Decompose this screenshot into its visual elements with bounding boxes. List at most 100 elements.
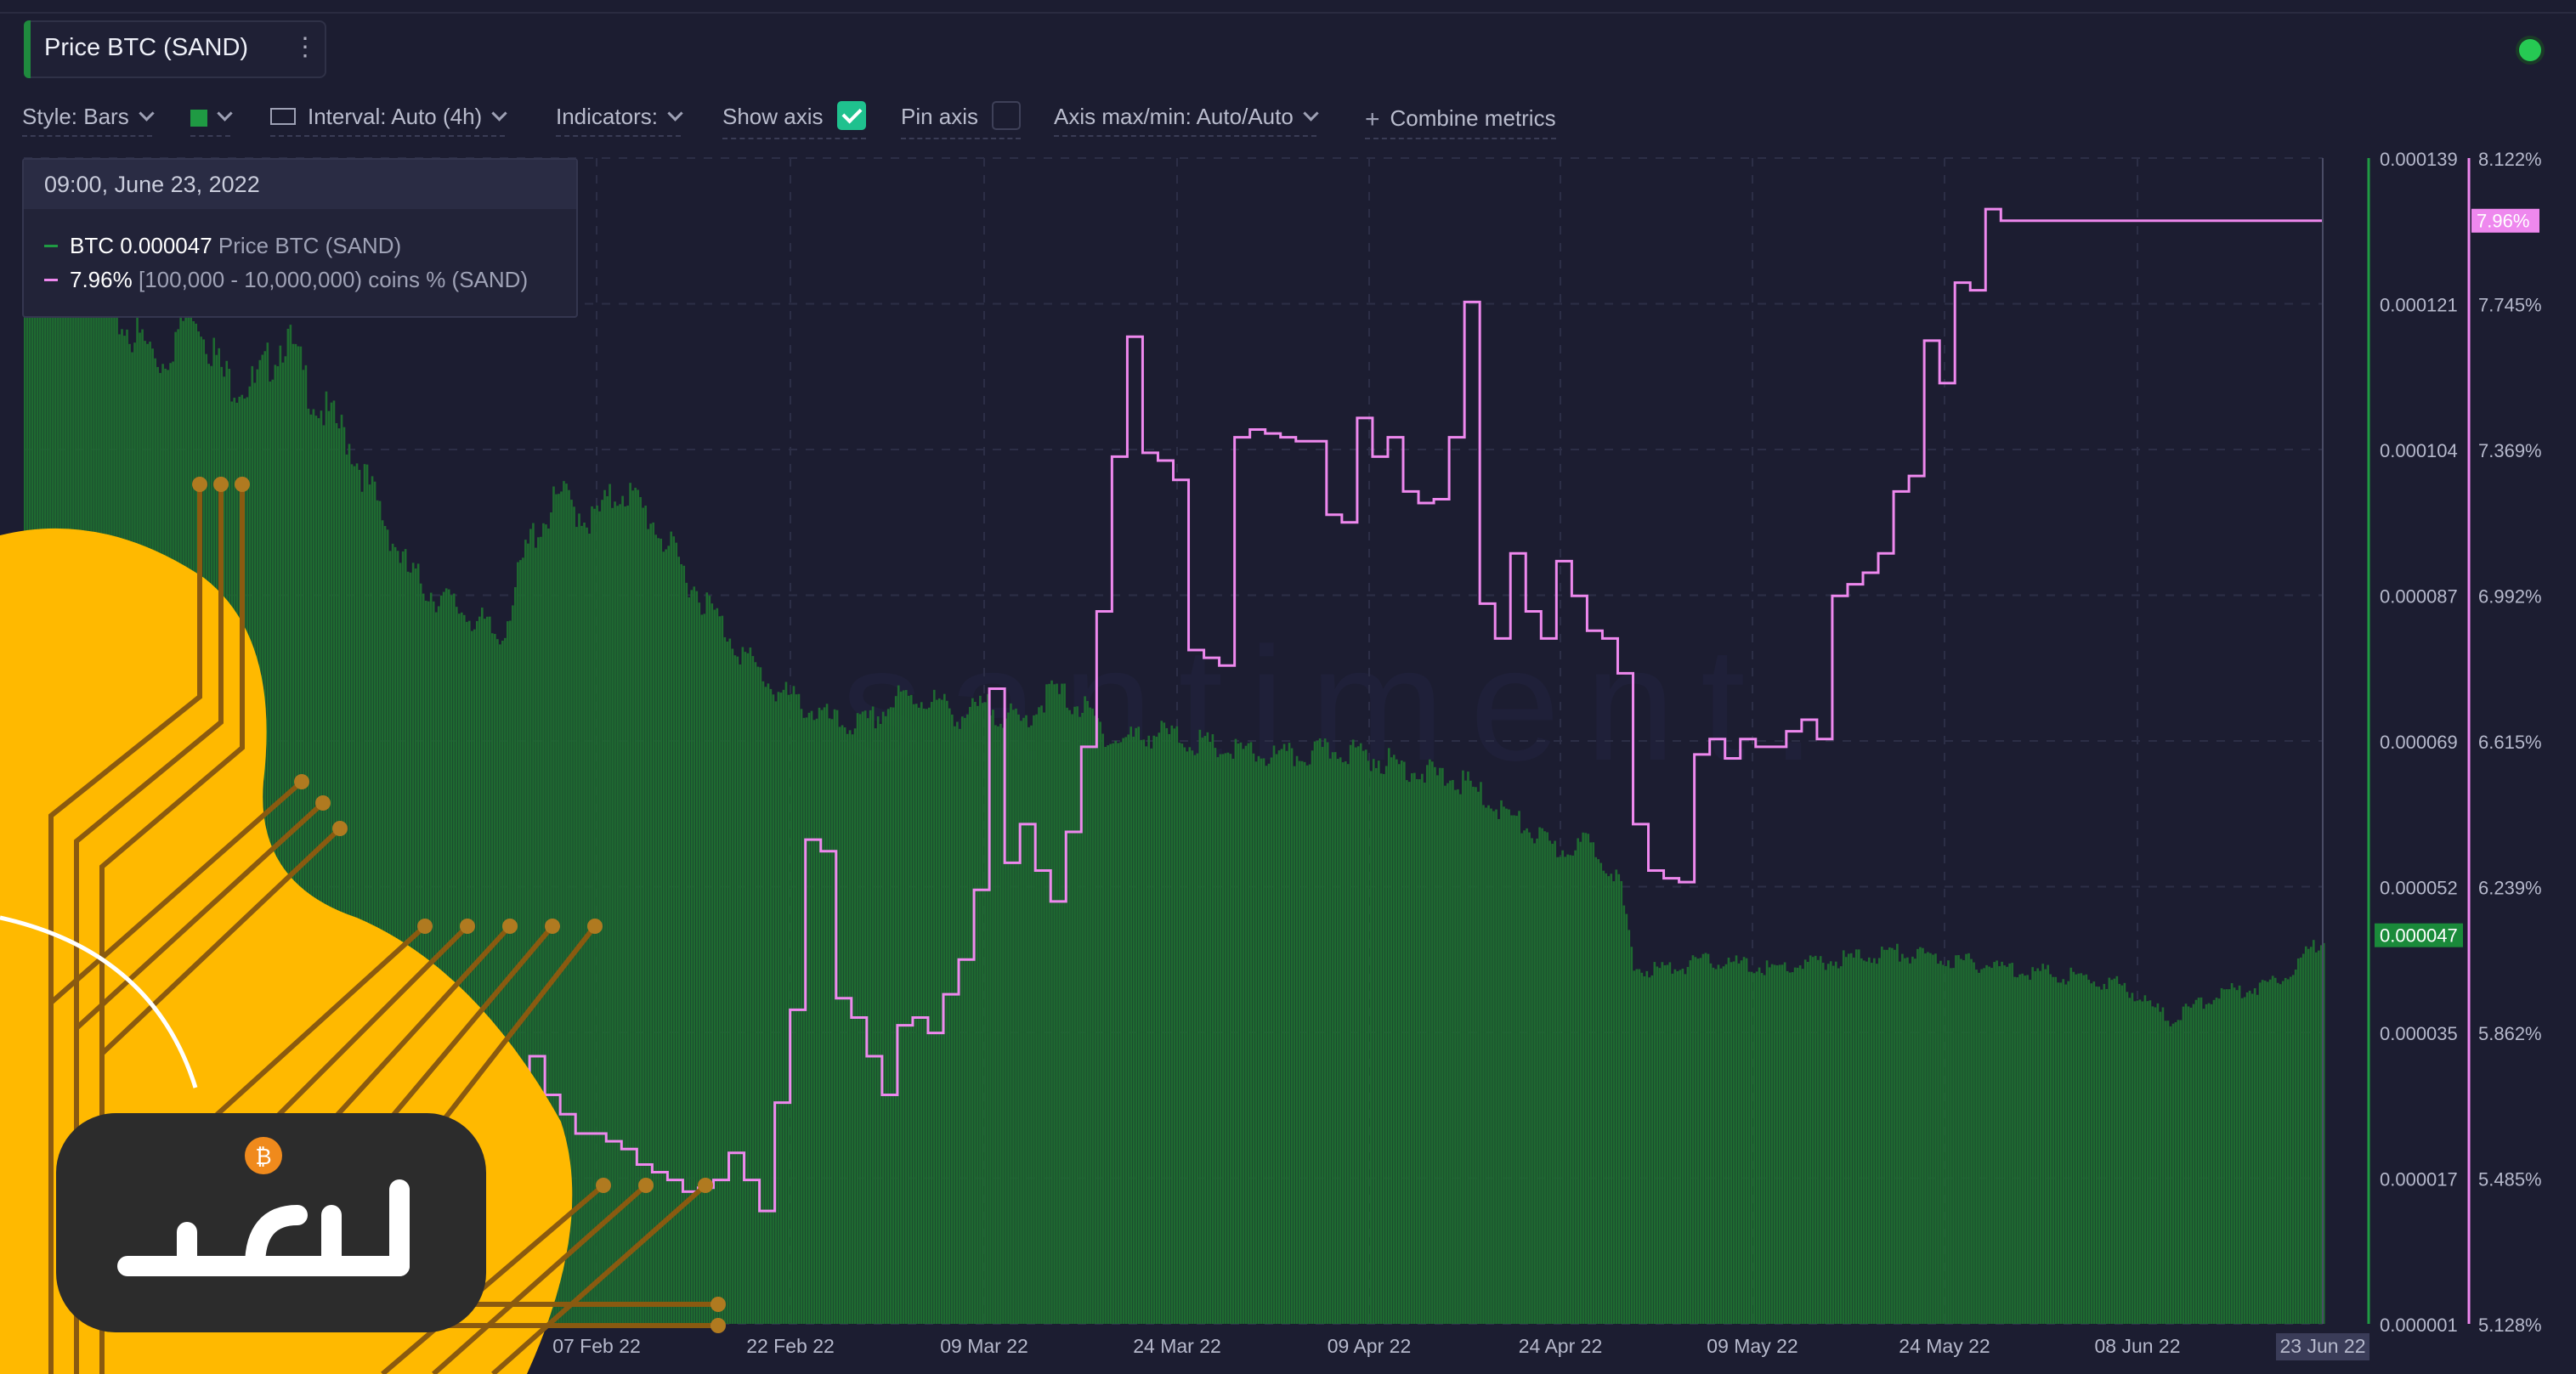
price-bar [1717,964,1720,1324]
price-bar [2095,986,2098,1324]
price-bar [1030,725,1033,1324]
price-bar [1336,759,1339,1324]
price-bar [948,708,951,1324]
price-bar [1546,832,1548,1324]
price-bar [1556,857,1559,1324]
price-bar [2187,1006,2190,1324]
price-bar [2098,987,2101,1324]
price-bar [2123,982,2126,1324]
price-bar [1673,969,1677,1324]
price-bar [1175,726,1179,1324]
price-bar [1894,949,1896,1324]
price-bar [1620,880,1623,1324]
price-bar [1832,965,1835,1324]
x-tick-label: 24 May 22 [1899,1335,1990,1357]
price-bar [2202,1009,2205,1324]
price-bar [1515,816,1518,1324]
price-bar [1745,958,1748,1324]
price-bar [2268,979,2272,1324]
price-bar [1750,971,1753,1324]
price-bar [1462,770,1464,1324]
price-bar [1145,746,1148,1324]
price-bar [2087,980,2091,1324]
price-bar [1653,962,1656,1324]
price-bar [1878,958,1881,1324]
price-bar [1564,857,1566,1324]
price-bar [1331,752,1334,1324]
price-bar [2118,983,2121,1324]
price-bar [1339,757,1342,1324]
price-bar [1226,752,1230,1324]
price-bar [1219,754,1222,1324]
price-bar [1099,721,1101,1324]
price-bar [2143,995,2147,1324]
price-bar [1472,786,1475,1324]
price-bar [1965,953,1967,1324]
price-bar [1086,700,1089,1324]
price-bar [979,695,982,1324]
price-bar [1124,737,1127,1324]
price-bar [1901,953,1904,1324]
price-bar [1056,683,1058,1324]
price-bar [2059,982,2063,1324]
price-bar [1960,958,1962,1324]
price-bar [907,695,910,1324]
price-bar [956,721,959,1324]
price-bar [2296,958,2300,1324]
price-bar [874,728,877,1324]
price-bar [966,714,969,1324]
price-bar [1206,732,1209,1324]
price-bar [1313,741,1316,1324]
price-bar [1012,710,1015,1324]
price-bar [1452,779,1454,1324]
price-bar [1015,708,1017,1324]
price-bar [1403,761,1406,1324]
price-bar [1842,950,1845,1324]
price-bar [1906,957,1909,1324]
price-bar [1186,751,1189,1324]
price-bar [1040,705,1043,1324]
price-bar [1073,706,1076,1324]
price-bar [1132,736,1135,1324]
price-bar [774,701,778,1324]
price-bar [2248,990,2251,1324]
price-bar [1096,718,1099,1324]
price-bar [820,710,824,1324]
price-bar [1847,953,1850,1324]
price-bar [1295,755,1299,1324]
price-bar [1826,964,1830,1324]
price-bar [2016,977,2018,1324]
price-bar [2154,1007,2157,1324]
price-bar [784,681,788,1324]
price-bar [1300,761,1304,1324]
price-bar [2177,1020,2180,1324]
price-bar [964,717,966,1324]
price-bar [2273,977,2277,1324]
price-bar [886,709,890,1324]
price-bar [1740,960,1743,1324]
price-bar [1914,958,1916,1324]
price-bar [1891,947,1894,1324]
price-bar [1730,962,1733,1324]
price-bar [846,733,849,1324]
price-bar [843,727,846,1324]
price-bar [2003,965,2006,1324]
price-bar [828,718,831,1324]
price-bar [1952,968,1955,1324]
price-bar [1127,734,1129,1324]
price-bar [1816,959,1820,1324]
price-bar [1492,811,1495,1324]
price-bar [1183,747,1186,1324]
price-bar [807,712,811,1324]
price-bar [1526,828,1528,1324]
price-bar [930,702,933,1324]
price-bar [2179,1020,2183,1324]
price-bar [1262,758,1265,1324]
price-bar [1922,947,1924,1324]
price-bar [1224,753,1227,1324]
price-bar [1934,953,1937,1324]
price-bar [1048,683,1050,1324]
price-bar [1520,833,1523,1324]
price-bar [1119,742,1122,1324]
price-bar [777,692,780,1324]
